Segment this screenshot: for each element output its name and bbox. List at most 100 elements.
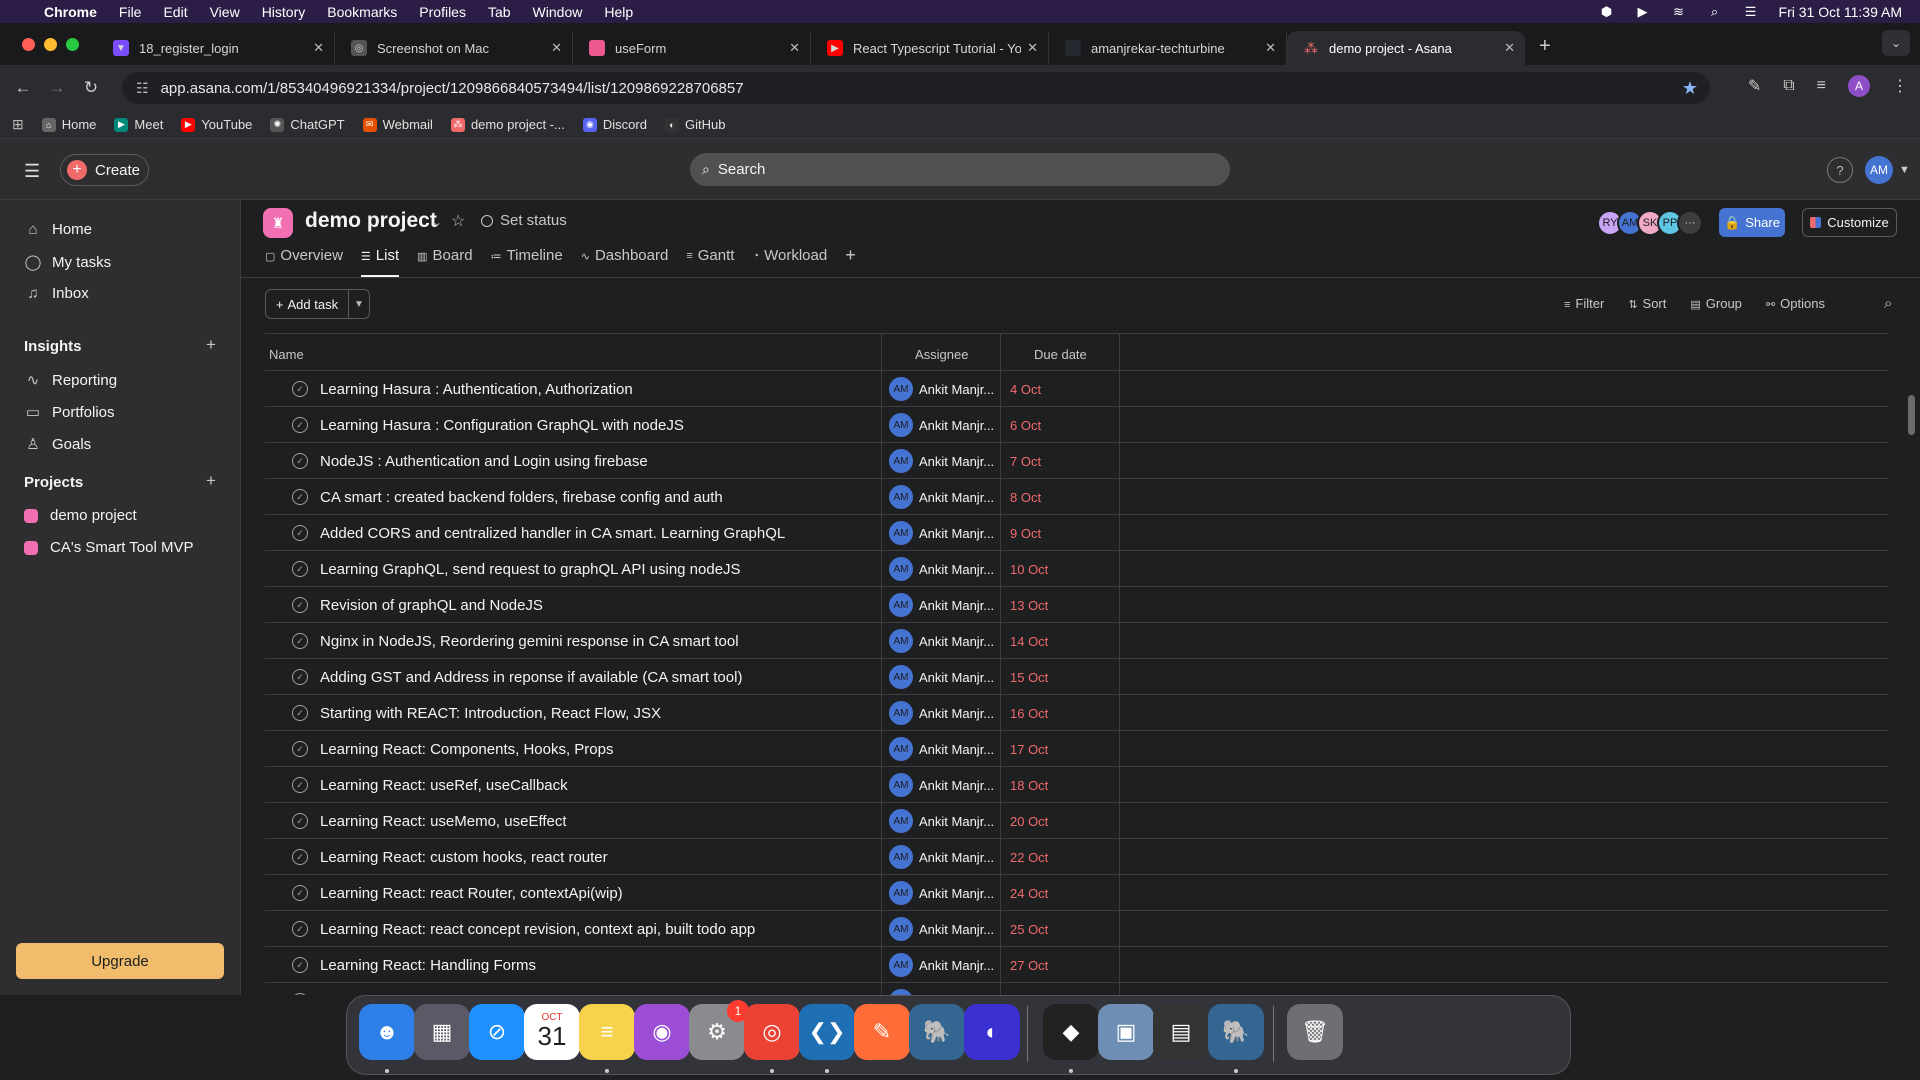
complete-task-icon[interactable]: ✓ [292,957,308,973]
task-assignee[interactable]: AM Ankit Manjr... [889,701,994,725]
add-project-icon[interactable]: + [206,471,216,491]
filter-button[interactable]: ≡ Filter [1564,296,1604,311]
task-assignee[interactable]: AM Ankit Manjr... [889,881,994,905]
customize-button[interactable]: Customize [1802,208,1897,237]
table-row[interactable]: ✓ Learning React: react Router, contextAp… [265,875,1888,911]
task-assignee[interactable]: AM Ankit Manjr... [889,557,994,581]
browser-tab-active[interactable]: ⁂ demo project - Asana ✕ [1287,31,1525,65]
sidebar-project-ca-smart[interactable]: CA's Smart Tool MVP [24,539,193,556]
wifi-icon[interactable]: ≋ [1671,4,1687,19]
chrome-icon[interactable]: ◎ [744,1004,800,1060]
pen-extension-icon[interactable]: ✎ [1748,76,1761,96]
task-name[interactable]: Learning Hasura : Authentication, Author… [320,381,633,398]
chrome-menu-icon[interactable]: ⋮ [1892,76,1908,96]
task-due-date[interactable]: 4 Oct [1010,382,1041,397]
task-assignee[interactable]: AM Ankit Manjr... [889,521,994,545]
bookmark-item[interactable]: ✉ Webmail [362,117,433,132]
share-button[interactable]: 🔒 Share [1719,208,1785,237]
close-tab-icon[interactable]: ✕ [1027,40,1038,56]
play-icon[interactable]: ▶ [1635,4,1651,19]
tab-workload[interactable]: ◔ Workload [752,247,827,277]
table-row[interactable]: ✓ Learning React: react concept revision,… [265,911,1888,947]
task-name[interactable]: Adding GST and Address in reponse if ava… [320,669,742,686]
unity-icon[interactable]: ◆ [1043,1004,1099,1060]
task-due-date[interactable]: 6 Oct [1010,418,1041,433]
task-due-date[interactable]: 10 Oct [1010,562,1048,577]
table-row[interactable]: ✓ Learning GraphQL, send request to graph… [265,551,1888,587]
task-assignee[interactable]: AM Ankit Manjr... [889,485,994,509]
account-menu[interactable]: AM ▼ [1865,156,1910,184]
forward-icon[interactable]: → [46,78,68,98]
sidebar-item-goals[interactable]: ♙ Goals [24,435,91,454]
complete-task-icon[interactable]: ✓ [292,993,308,995]
menu-file[interactable]: File [119,4,142,20]
sidebar-toggle-icon[interactable]: ☰ [24,161,40,182]
task-due-date[interactable]: 27 Oct [1010,958,1048,973]
tab-board[interactable]: ▥ Board [417,247,472,277]
tab-timeline[interactable]: ≔ Timeline [491,247,563,277]
complete-task-icon[interactable]: ✓ [292,849,308,865]
menu-profiles[interactable]: Profiles [419,4,466,20]
extensions-icon[interactable]: ⧉ [1783,77,1794,95]
browser-tab[interactable]: ▼ 18_register_login ✕ [97,31,335,65]
column-header-assignee[interactable]: Assignee [915,347,968,362]
sort-button[interactable]: ⇅ Sort [1628,296,1666,311]
close-tab-icon[interactable]: ✕ [1504,40,1515,56]
table-row[interactable]: ✓ Learning React: Components, Hooks, Prop… [265,731,1888,767]
menu-edit[interactable]: Edit [163,4,187,20]
task-name[interactable]: Learning GraphQL, send request to graphQ… [320,561,741,578]
table-row[interactable]: ✓ Learning React: Handling Forms AM Ankit M… [265,947,1888,983]
pgadmin-icon[interactable]: 🐘 [909,1004,965,1060]
task-assignee[interactable]: AM Ankit Manjr... [889,917,994,941]
tab-gantt[interactable]: ≡ Gantt [686,247,734,277]
tab-overview[interactable]: ▢ Overview [265,247,343,277]
sidebar-item-inbox[interactable]: ♫ Inbox [24,285,88,302]
menu-view[interactable]: View [210,4,240,20]
new-tab-button[interactable]: + [1539,35,1551,58]
add-task-main[interactable]: + Add task [266,290,349,318]
complete-task-icon[interactable]: ✓ [292,561,308,577]
vscode-icon[interactable]: ❮❯ [799,1004,855,1060]
tab-search-icon[interactable]: ⌄ [1882,30,1910,56]
task-due-date[interactable]: 15 Oct [1010,670,1048,685]
table-row[interactable]: ✓ Learning Hasura : Authentication, Autho… [265,371,1888,407]
spotlight-search-icon[interactable]: ⌕ [1707,4,1723,19]
column-header-due-date[interactable]: Due date [1034,347,1087,362]
task-due-date[interactable]: 13 Oct [1010,598,1048,613]
task-assignee[interactable]: AM Ankit Manjr... [889,449,994,473]
menubar-datetime[interactable]: Fri 31 Oct 11:39 AM [1779,4,1902,20]
reload-icon[interactable]: ↻ [80,78,102,98]
task-due-date[interactable]: 9 Oct [1010,526,1041,541]
project-members[interactable]: RY AM SK PP ··· [1597,210,1703,236]
help-button[interactable]: ? [1827,157,1853,183]
sidebar-item-home[interactable]: ⌂ Home [24,221,92,238]
back-icon[interactable]: ← [12,78,34,98]
task-due-date[interactable]: 17 Oct [1010,742,1048,757]
browser-tab[interactable]: useForm ✕ [573,31,811,65]
sidebar-project-demo[interactable]: demo project [24,507,137,524]
task-assignee[interactable]: AM Ankit Manjr... [889,413,994,437]
create-button[interactable]: + Create [60,154,149,186]
system-settings-icon[interactable]: ⚙ 1 [689,1000,749,1060]
task-name[interactable]: Added CORS and centralized handler in CA… [320,525,785,542]
tab-dashboard[interactable]: ∿ Dashboard [581,247,669,277]
project-title[interactable]: demo project [305,209,437,233]
options-button[interactable]: ⚯ Options [1766,296,1825,311]
task-name[interactable]: NodeJS : Authentication and Login using … [320,453,648,470]
search-input[interactable]: ⌕ Search [690,153,1230,186]
task-due-date[interactable]: 18 Oct [1010,778,1048,793]
complete-task-icon[interactable]: ✓ [292,777,308,793]
task-due-date[interactable]: 24 Oct [1010,886,1048,901]
browser-tab[interactable]: amanjrekar-techturbine ✕ [1049,31,1287,65]
close-tab-icon[interactable]: ✕ [313,40,324,56]
close-tab-icon[interactable]: ✕ [551,40,562,56]
menubar-app-name[interactable]: Chrome [44,4,97,20]
task-name[interactable]: Learning React: custom hooks, react rout… [320,849,608,866]
zoom-window-button[interactable] [66,37,79,51]
task-assignee[interactable]: AM Ankit Manjr... [889,845,994,869]
complete-task-icon[interactable]: ✓ [292,489,308,505]
task-name[interactable]: CA smart : created backend folders, fire… [320,489,723,506]
complete-task-icon[interactable]: ✓ [292,741,308,757]
bookmark-item[interactable]: ⁂ demo project -... [450,117,565,132]
task-due-date[interactable]: 20 Oct [1010,814,1048,829]
